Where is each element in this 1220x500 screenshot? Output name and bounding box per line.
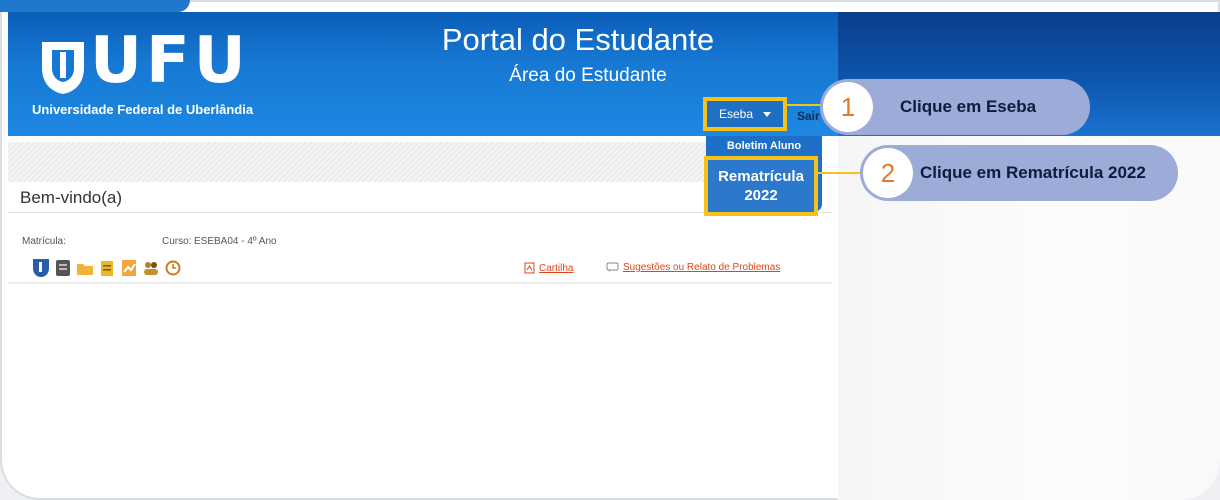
portal-subtitle: Área do Estudante	[509, 65, 667, 86]
folder-icon[interactable]	[76, 258, 94, 278]
callout-text-2: Clique em Rematrícula 2022	[920, 163, 1146, 182]
university-name: Universidade Federal de Uberlândia	[32, 102, 254, 117]
step-number-2: 2	[863, 148, 913, 198]
callout-step-2: 2 Clique em Rematrícula 2022	[860, 145, 1178, 201]
step-number-1: 1	[823, 82, 873, 132]
sair-link[interactable]: Sair	[797, 109, 820, 123]
ufu-shield-icon[interactable]	[32, 258, 50, 278]
eseba-label: Eseba	[718, 107, 754, 121]
pdf-icon	[524, 262, 535, 274]
callout-connector-1	[787, 104, 823, 106]
eseba-dropdown: Boletim Aluno Rematrícula 2022	[704, 136, 822, 216]
welcome-heading: Bem-vindo(a)	[20, 188, 123, 207]
curso-value: ESEBA04 - 4º Ano	[194, 236, 277, 247]
screenshot-frame: UFU Universidade Federal de Uberlândia P…	[0, 0, 1220, 500]
ufu-logo-text: UFU	[90, 24, 250, 98]
callout-text-1: Clique em Eseba	[900, 97, 1037, 116]
striped-band	[8, 142, 708, 182]
matricula-label: Matrícula:	[22, 236, 66, 247]
document-icon[interactable]	[54, 258, 72, 278]
sugestoes-link-label: Sugestões ou Relato de Problemas	[623, 262, 781, 273]
notes-icon[interactable]	[98, 258, 116, 278]
cartilha-link[interactable]: Cartilha	[524, 262, 573, 274]
icons-band	[8, 282, 832, 284]
menu-item-rematricula-2022[interactable]: Rematrícula 2022	[704, 156, 818, 216]
callout-connector-2	[818, 172, 862, 174]
menu-item-rematricula-line1: Rematrícula	[718, 168, 804, 185]
chart-icon[interactable]	[120, 258, 138, 278]
menu-item-boletim-aluno[interactable]: Boletim Aluno	[706, 136, 822, 156]
comment-icon	[606, 262, 619, 272]
sugestoes-link[interactable]: Sugestões ou Relato de Problemas	[606, 262, 780, 273]
curso-label: Curso:	[162, 236, 192, 247]
ufu-logo-icon	[42, 42, 84, 94]
callout-step-1: 1 Clique em Eseba	[820, 79, 1090, 135]
toolbar-icons	[32, 258, 182, 278]
people-icon[interactable]	[142, 258, 160, 278]
top-tab-decoration	[0, 0, 190, 12]
portal-title: Portal do Estudante	[441, 22, 715, 57]
clock-icon[interactable]	[164, 258, 182, 278]
menu-item-rematricula-line2: 2022	[744, 187, 778, 204]
eseba-menu-button[interactable]: Eseba	[703, 97, 787, 131]
cartilha-link-label: Cartilha	[539, 262, 574, 274]
chevron-down-icon	[763, 111, 772, 117]
